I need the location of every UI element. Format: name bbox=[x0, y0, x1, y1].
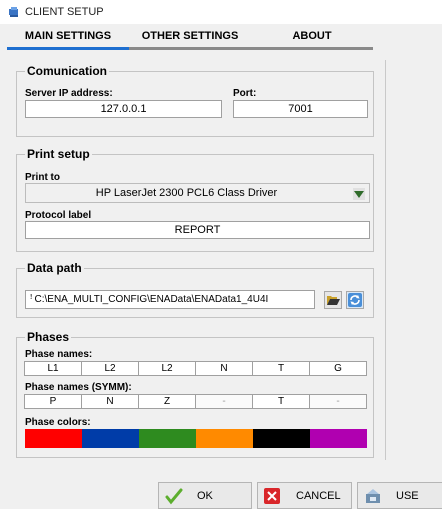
ok-label: OK bbox=[197, 490, 213, 502]
bottom-button-bar: OK CANCEL USE bbox=[0, 471, 442, 509]
window-title: CLIENT SETUP bbox=[25, 6, 104, 18]
phase-name-cell[interactable]: G bbox=[309, 361, 367, 376]
title-bar: CLIENT SETUP bbox=[0, 0, 442, 24]
folder-open-icon bbox=[326, 295, 340, 305]
print-to-select[interactable]: HP LaserJet 2300 PCL6 Class Driver bbox=[25, 183, 370, 203]
server-ip-label: Server IP address: bbox=[25, 88, 113, 99]
phase-symm-cell[interactable]: Z bbox=[138, 394, 196, 409]
tab-main-settings[interactable]: MAIN SETTINGS bbox=[7, 24, 129, 50]
use-icon bbox=[366, 489, 380, 503]
print-setup-legend: Print setup bbox=[25, 147, 92, 161]
tab-about[interactable]: ABOUT bbox=[251, 24, 373, 50]
phase-names-label: Phase names: bbox=[25, 349, 93, 360]
phase-colors-label: Phase colors: bbox=[25, 417, 91, 428]
data-path-input[interactable]: ꜝ C:\ENA_MULTI_CONFIG\ENAData\ENAData1_4… bbox=[25, 290, 315, 309]
phase-color-swatch[interactable] bbox=[253, 429, 310, 448]
checkmark-icon bbox=[165, 488, 183, 505]
phase-color-swatch[interactable] bbox=[310, 429, 367, 448]
phase-colors-row bbox=[25, 429, 367, 448]
print-to-value: HP LaserJet 2300 PCL6 Class Driver bbox=[95, 187, 278, 199]
phase-name-cell[interactable]: L2 bbox=[81, 361, 139, 376]
panel-divider bbox=[385, 60, 386, 460]
phase-symm-cell[interactable]: T bbox=[252, 394, 310, 409]
tab-other-settings[interactable]: OTHER SETTINGS bbox=[129, 24, 251, 50]
server-ip-input[interactable]: 127.0.0.1 bbox=[25, 100, 222, 118]
phase-color-swatch[interactable] bbox=[25, 429, 82, 448]
dropdown-arrow-icon[interactable] bbox=[353, 188, 365, 200]
phase-symm-cell: - bbox=[195, 394, 253, 409]
port-label: Port: bbox=[233, 88, 257, 99]
path-prefix-icon: ꜝ bbox=[30, 294, 33, 305]
phase-symm-cell[interactable]: N bbox=[81, 394, 139, 409]
phase-color-swatch[interactable] bbox=[139, 429, 196, 448]
ok-button[interactable]: OK bbox=[158, 482, 252, 509]
use-label: USE bbox=[396, 490, 419, 502]
browse-folder-button[interactable] bbox=[324, 291, 342, 309]
cancel-button[interactable]: CANCEL bbox=[257, 482, 352, 509]
tab-bar: MAIN SETTINGS OTHER SETTINGS ABOUT bbox=[7, 24, 375, 52]
communication-group: Comunication Server IP address: 127.0.0.… bbox=[16, 64, 374, 137]
phase-names-row: L1 L2 L2 N T G bbox=[24, 361, 367, 376]
phase-color-swatch[interactable] bbox=[196, 429, 253, 448]
refresh-path-button[interactable] bbox=[346, 291, 364, 309]
phases-group: Phases Phase names: L1 L2 L2 N T G Phase… bbox=[16, 330, 374, 458]
phase-name-cell[interactable]: L2 bbox=[138, 361, 196, 376]
phase-name-cell[interactable]: L1 bbox=[24, 361, 82, 376]
data-path-legend: Data path bbox=[25, 261, 84, 275]
cancel-label: CANCEL bbox=[296, 490, 341, 502]
refresh-icon bbox=[348, 293, 362, 307]
protocol-label-input[interactable]: REPORT bbox=[25, 221, 370, 239]
protocol-label: Protocol label bbox=[25, 210, 92, 221]
data-path-group: Data path ꜝ C:\ENA_MULTI_CONFIG\ENAData\… bbox=[16, 261, 374, 318]
phase-name-cell[interactable]: T bbox=[252, 361, 310, 376]
phase-name-cell[interactable]: N bbox=[195, 361, 253, 376]
app-icon bbox=[9, 7, 18, 17]
phase-symm-cell: - bbox=[309, 394, 367, 409]
close-icon bbox=[264, 488, 280, 504]
use-button[interactable]: USE bbox=[357, 482, 442, 509]
phase-names-symm-label: Phase names (SYMM): bbox=[25, 382, 132, 393]
port-input[interactable]: 7001 bbox=[233, 100, 368, 118]
phase-names-symm-row: P N Z - T - bbox=[24, 394, 367, 409]
data-path-value: C:\ENA_MULTI_CONFIG\ENAData\ENAData1_4U4… bbox=[34, 294, 269, 305]
print-setup-group: Print setup Print to HP LaserJet 2300 PC… bbox=[16, 147, 374, 252]
print-to-label: Print to bbox=[25, 172, 60, 183]
phase-color-swatch[interactable] bbox=[82, 429, 139, 448]
phases-legend: Phases bbox=[25, 330, 72, 344]
phase-symm-cell[interactable]: P bbox=[24, 394, 82, 409]
communication-legend: Comunication bbox=[25, 64, 109, 78]
